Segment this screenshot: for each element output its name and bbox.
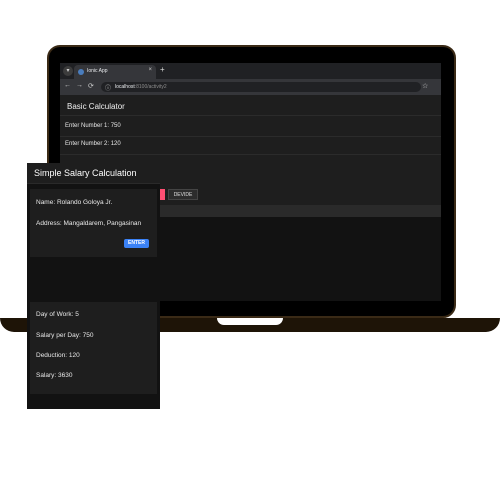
- calculator-title: Basic Calculator: [67, 102, 125, 111]
- bookmark-star-icon[interactable]: ☆: [422, 82, 428, 90]
- url-text: localhost:8100/activity2: [115, 84, 167, 90]
- number1-field[interactable]: Enter Number 1: 750: [65, 123, 121, 129]
- salary-value: 3630: [58, 372, 73, 379]
- chevron-down-icon[interactable]: ▾: [63, 66, 73, 76]
- favicon-icon: [78, 69, 84, 75]
- enter-button[interactable]: ENTER: [124, 239, 149, 248]
- divide-button[interactable]: DEVIDE: [168, 189, 198, 200]
- reload-icon[interactable]: ⟳: [88, 82, 94, 90]
- divider: [60, 154, 441, 155]
- info-icon[interactable]: ⓘ: [105, 83, 111, 92]
- days-label: Day of Work:: [36, 311, 74, 318]
- days-value: 5: [75, 311, 79, 318]
- salary-label: Salary:: [36, 372, 57, 379]
- url-field[interactable]: ⓘ localhost:8100/activity2: [101, 82, 421, 92]
- rate-value: 750: [82, 332, 94, 339]
- address-field[interactable]: Address: Mangaldarem, Pangasinan: [36, 220, 141, 227]
- tab-title: Ionic App: [87, 68, 108, 74]
- employee-form-card: Name: Rolando Goloya Jr. Address: Mangal…: [30, 189, 157, 257]
- divider: [60, 115, 441, 116]
- number1-label: Enter Number 1:: [65, 123, 110, 129]
- url-path: :8100/activity2: [134, 84, 167, 90]
- name-label: Name:: [36, 199, 56, 206]
- divider: [27, 183, 160, 184]
- deduction-value: 120: [68, 352, 80, 359]
- deduction-label: Deduction:: [36, 352, 68, 359]
- number1-value: 750: [110, 123, 121, 129]
- divider: [60, 136, 441, 137]
- number2-value: 120: [110, 141, 121, 147]
- number2-label: Enter Number 2:: [65, 141, 110, 147]
- tab-bar: ▾ Ionic App × +: [60, 63, 441, 79]
- salary-result-card: Day of Work: 5 Salary per Day: 750 Deduc…: [30, 302, 157, 394]
- salary-app-phone: Simple Salary Calculation Name: Rolando …: [27, 163, 160, 409]
- deduction: Deduction: 120: [36, 352, 80, 359]
- address-bar: ← → ⟳ ⓘ localhost:8100/activity2 ☆: [60, 79, 441, 95]
- page-title: Simple Salary Calculation: [34, 168, 137, 178]
- rate-label: Salary per Day:: [36, 332, 81, 339]
- total-salary: Salary: 3630: [36, 372, 73, 379]
- laptop-notch: [217, 318, 283, 325]
- browser-tab[interactable]: Ionic App ×: [74, 65, 156, 79]
- number2-field[interactable]: Enter Number 2: 120: [65, 141, 121, 147]
- name-field[interactable]: Name: Rolando Goloya Jr.: [36, 199, 112, 206]
- forward-icon[interactable]: →: [76, 82, 83, 89]
- back-icon[interactable]: ←: [64, 82, 71, 89]
- close-icon[interactable]: ×: [148, 67, 152, 73]
- name-value: Rolando Goloya Jr.: [56, 199, 113, 206]
- address-label: Address:: [36, 220, 62, 227]
- app-header: Simple Salary Calculation: [27, 163, 160, 183]
- salary-per-day: Salary per Day: 750: [36, 332, 93, 339]
- days-of-work: Day of Work: 5: [36, 311, 79, 318]
- new-tab-button[interactable]: +: [160, 65, 165, 74]
- address-value: Mangaldarem, Pangasinan: [63, 220, 142, 227]
- url-host: localhost: [115, 84, 135, 90]
